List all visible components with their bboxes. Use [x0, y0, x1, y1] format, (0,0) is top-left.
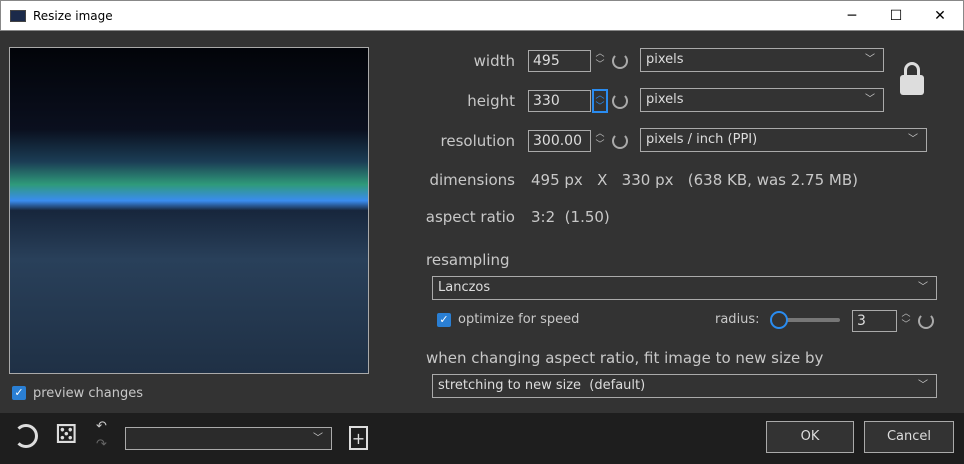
width-input[interactable]: 495 [528, 50, 591, 72]
fit-select[interactable]: stretching to new size (default) ﹀ [432, 374, 937, 398]
optimize-checkbox[interactable]: ✓ [437, 313, 451, 327]
fit-value: stretching to new size (default) [438, 378, 646, 393]
app-icon [10, 10, 26, 22]
preset-select[interactable]: ﹀ [125, 427, 332, 450]
chevron-down-icon: ﹀ [918, 380, 928, 391]
height-input[interactable]: 330 [528, 90, 591, 112]
chevron-down-icon: ﹀ [865, 94, 875, 105]
minimize-button[interactable]: ─ [829, 5, 875, 27]
chevron-down-icon: ﹀ [918, 282, 928, 293]
resampling-select[interactable]: Lanczos ﹀ [432, 276, 937, 300]
height-unit-value: pixels [646, 92, 684, 107]
resolution-spinner[interactable]: ︿ ﹀ [592, 129, 608, 153]
radius-reset-icon[interactable] [918, 313, 934, 329]
image-preview [9, 47, 369, 374]
resolution-reset-icon[interactable] [612, 133, 628, 149]
width-spinner[interactable]: ︿ ﹀ [592, 49, 608, 73]
resolution-unit-value: pixels / inch (PPI) [646, 132, 758, 147]
width-reset-icon[interactable] [612, 53, 628, 69]
resampling-value: Lanczos [438, 280, 491, 295]
width-unit-value: pixels [646, 52, 684, 67]
aspect-ratio-label: aspect ratio [425, 208, 515, 226]
new-document-icon[interactable]: + [349, 426, 368, 450]
maximize-button[interactable]: ☐ [873, 5, 919, 27]
resolution-input[interactable]: 300.00 [528, 130, 591, 152]
chevron-down-icon: ﹀ [313, 433, 323, 444]
radius-spinner[interactable]: ︿ ﹀ [898, 309, 914, 333]
optimize-label: optimize for speed [458, 312, 580, 327]
reset-all-icon[interactable] [14, 424, 38, 448]
height-unit-select[interactable]: pixels ﹀ [640, 88, 884, 112]
window-title: Resize image [33, 9, 113, 23]
preview-label: preview changes [33, 386, 143, 401]
chevron-down-icon: ﹀ [908, 134, 918, 145]
cancel-button[interactable]: Cancel [864, 421, 954, 453]
dimensions-value: 495 px X 330 px (638 KB, was 2.75 MB) [531, 171, 858, 189]
dice-icon[interactable]: ⚄ [55, 420, 78, 450]
redo-icon[interactable]: ↷ [96, 437, 107, 452]
width-unit-select[interactable]: pixels ﹀ [640, 48, 884, 72]
lock-icon[interactable] [900, 62, 924, 96]
radius-input[interactable]: 3 [852, 310, 897, 332]
height-label: height [467, 92, 515, 110]
fit-label: when changing aspect ratio, fit image to… [426, 349, 824, 367]
chevron-down-icon: ﹀ [865, 54, 875, 65]
close-button[interactable]: ✕ [917, 5, 963, 27]
dimensions-label: dimensions [429, 171, 515, 189]
height-reset-icon[interactable] [612, 93, 628, 109]
undo-icon[interactable]: ↶ [96, 420, 107, 434]
title-bar: Resize image ─ ☐ ✕ [0, 0, 964, 31]
preview-checkbox[interactable]: ✓ [12, 386, 26, 400]
resolution-unit-select[interactable]: pixels / inch (PPI) ﹀ [640, 128, 927, 152]
aspect-ratio-value: 3:2 (1.50) [531, 208, 610, 226]
ok-button[interactable]: OK [766, 421, 854, 453]
radius-slider-handle[interactable] [770, 311, 788, 329]
width-label: width [473, 52, 515, 70]
radius-label: radius: [715, 312, 760, 327]
resampling-label: resampling [426, 251, 510, 269]
resolution-label: resolution [440, 132, 515, 150]
height-spinner[interactable]: ︿ ﹀ [592, 89, 608, 113]
